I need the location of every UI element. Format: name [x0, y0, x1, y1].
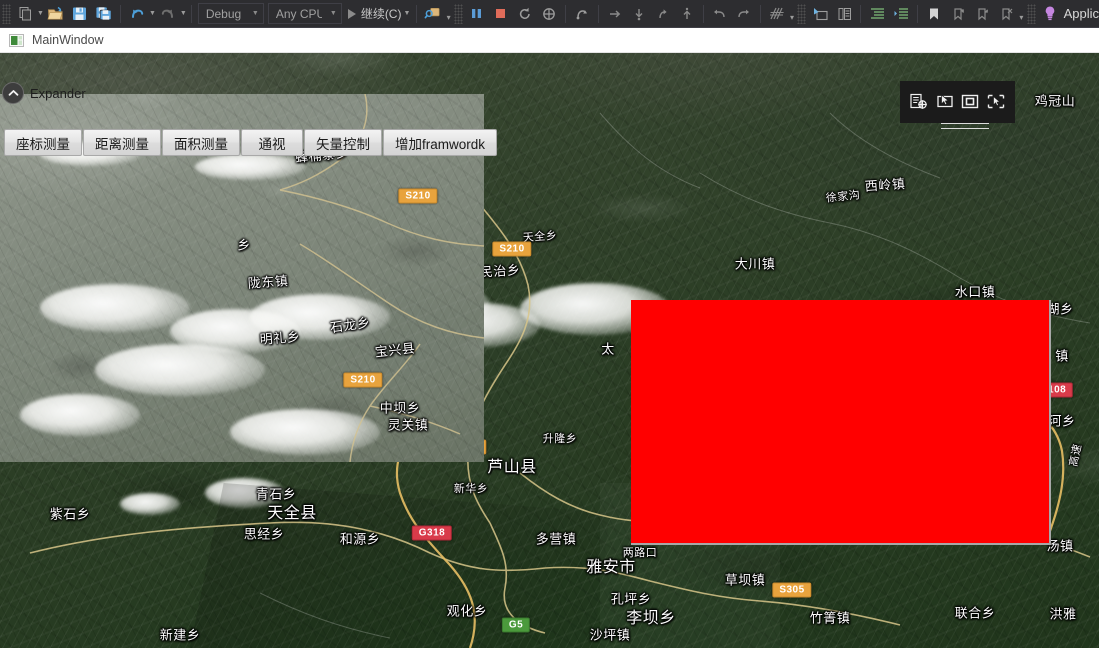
button-label: 矢量控制 [316, 136, 370, 152]
undo-dropdown-icon[interactable]: ▼ [149, 3, 156, 25]
new-item-icon[interactable] [14, 3, 36, 25]
button-add-framework[interactable]: 增加framwordk [383, 129, 498, 156]
redo-icon[interactable] [157, 3, 179, 25]
window-icon [9, 33, 24, 47]
bookmarks-overflow-icon[interactable]: ▾ [1018, 3, 1024, 25]
road-shield: S210 [492, 241, 532, 257]
bookmark-icon[interactable] [923, 3, 945, 25]
toolbar-separator [597, 4, 599, 23]
save-icon[interactable] [69, 3, 91, 25]
solution-configuration-select[interactable]: Debug ▼ [197, 3, 264, 24]
main-window: MainWindow 鸡冠山 西岭镇 徐家沟 大川镇 水口镇 湖乡 镇 河乡 高… [0, 28, 1099, 648]
main-window-title: MainWindow [32, 33, 104, 47]
button-label: 距离测量 [95, 136, 149, 152]
square-frame-icon[interactable] [959, 91, 981, 113]
pause-icon[interactable] [466, 3, 488, 25]
step-out-icon[interactable] [676, 3, 698, 25]
toolbar-drag-handle[interactable] [1026, 3, 1036, 24]
restart-icon[interactable] [514, 3, 536, 25]
button-vector-control[interactable]: 矢量控制 [304, 129, 382, 156]
application-insights-button[interactable]: Applic [1042, 5, 1099, 22]
step-forward-icon[interactable] [604, 3, 626, 25]
button-label: 面积测量 [174, 136, 228, 152]
new-window-icon[interactable] [809, 3, 831, 25]
indent-icon[interactable] [866, 3, 888, 25]
chevron-down-icon: ▼ [251, 10, 259, 17]
undo-icon[interactable] [126, 3, 148, 25]
show-next-statement-icon[interactable] [538, 3, 560, 25]
region-select-icon[interactable] [985, 91, 1007, 113]
navigate-forward-icon[interactable] [733, 3, 755, 25]
road-shield: S210 [398, 188, 438, 204]
map-viewport[interactable]: 鸡冠山 西岭镇 徐家沟 大川镇 水口镇 湖乡镇河乡 高速太天全乡 民治乡 升隆乡 芦山县 新华乡 青石… [0, 53, 1099, 648]
step-curve-icon[interactable] [652, 3, 674, 25]
split-window-icon[interactable] [833, 3, 855, 25]
toolbar-drag-handle[interactable] [2, 3, 11, 24]
tool-button-bar: 座标测量 距离测量 面积测量 通视 矢量控制 增加framwordk [4, 129, 498, 156]
road-shield: S210 [343, 372, 383, 388]
chevron-down-icon: ▼ [329, 10, 337, 17]
next-bookmark-icon[interactable] [971, 3, 993, 25]
toolbar-separator [564, 4, 566, 23]
toolbar-separator [759, 4, 761, 23]
toolbar-drag-handle[interactable] [453, 3, 463, 24]
pointer-select-icon[interactable] [934, 91, 956, 113]
ide-toolbar: ▼ ▼ ▼ Debug ▼ Any CPU ▼ 继续(C) ▼ ▾ ▾ ▾ Ap… [0, 0, 1099, 28]
continue-button[interactable]: 继续(C) ▼ [347, 3, 413, 25]
road-shield: G5 [501, 617, 531, 633]
solution-platform-value: Any CPU [275, 6, 322, 21]
toolbar-separator [119, 4, 121, 23]
continue-label: 继续(C) [360, 7, 402, 21]
button-label: 增加framwordk [395, 136, 486, 152]
road-shield: G318 [411, 525, 453, 541]
main-window-titlebar: MainWindow [0, 28, 1099, 53]
button-line-of-sight[interactable]: 通视 [241, 129, 303, 156]
new-item-dropdown-icon[interactable]: ▼ [37, 3, 44, 25]
expander-label: Expander [30, 85, 86, 101]
step-into-icon[interactable] [628, 3, 650, 25]
selection-rectangle[interactable] [631, 300, 1051, 545]
navigate-backward-icon[interactable] [709, 3, 731, 25]
lightbulb-icon [1045, 6, 1054, 21]
button-dist-measure[interactable]: 距离测量 [83, 129, 161, 156]
toolbar-separator [190, 4, 192, 23]
toolbar-separator [416, 4, 418, 23]
threads-overflow-icon[interactable]: ▾ [789, 3, 795, 25]
toolbar-drag-handle[interactable] [797, 3, 807, 24]
toolbar-separator [917, 4, 919, 23]
add-layer-icon[interactable] [908, 91, 930, 113]
button-label: 座标测量 [16, 136, 70, 152]
chevron-up-icon[interactable] [2, 82, 24, 104]
clear-bookmarks-icon[interactable] [995, 3, 1017, 25]
outdent-icon[interactable] [890, 3, 912, 25]
toolbar-separator [860, 4, 862, 23]
continue-dropdown-icon[interactable]: ▼ [401, 3, 412, 25]
button-label: 通视 [258, 136, 286, 152]
solution-configuration-value: Debug [205, 6, 242, 21]
expander-header[interactable]: Expander [0, 82, 86, 104]
stop-icon[interactable] [490, 3, 512, 25]
button-area-measure[interactable]: 面积测量 [162, 129, 240, 156]
road-shield: S305 [772, 582, 812, 598]
toolbar-separator [702, 4, 704, 23]
map-tool-panel [900, 81, 1015, 123]
attach-to-process-icon[interactable] [422, 3, 444, 25]
button-coord-measure[interactable]: 座标测量 [4, 129, 82, 156]
play-icon [347, 8, 356, 19]
save-all-icon[interactable] [93, 3, 115, 25]
application-insights-label: Applic [1063, 6, 1099, 21]
map-tool-panel-handle[interactable] [941, 123, 989, 129]
redo-dropdown-icon[interactable]: ▼ [180, 3, 187, 25]
previous-bookmark-icon[interactable] [947, 3, 969, 25]
open-folder-icon[interactable] [45, 3, 67, 25]
step-over-icon[interactable] [571, 3, 593, 25]
threads-icon[interactable] [766, 3, 788, 25]
solution-platform-select[interactable]: Any CPU ▼ [267, 3, 342, 24]
attach-overflow-icon[interactable]: ▾ [445, 3, 451, 25]
